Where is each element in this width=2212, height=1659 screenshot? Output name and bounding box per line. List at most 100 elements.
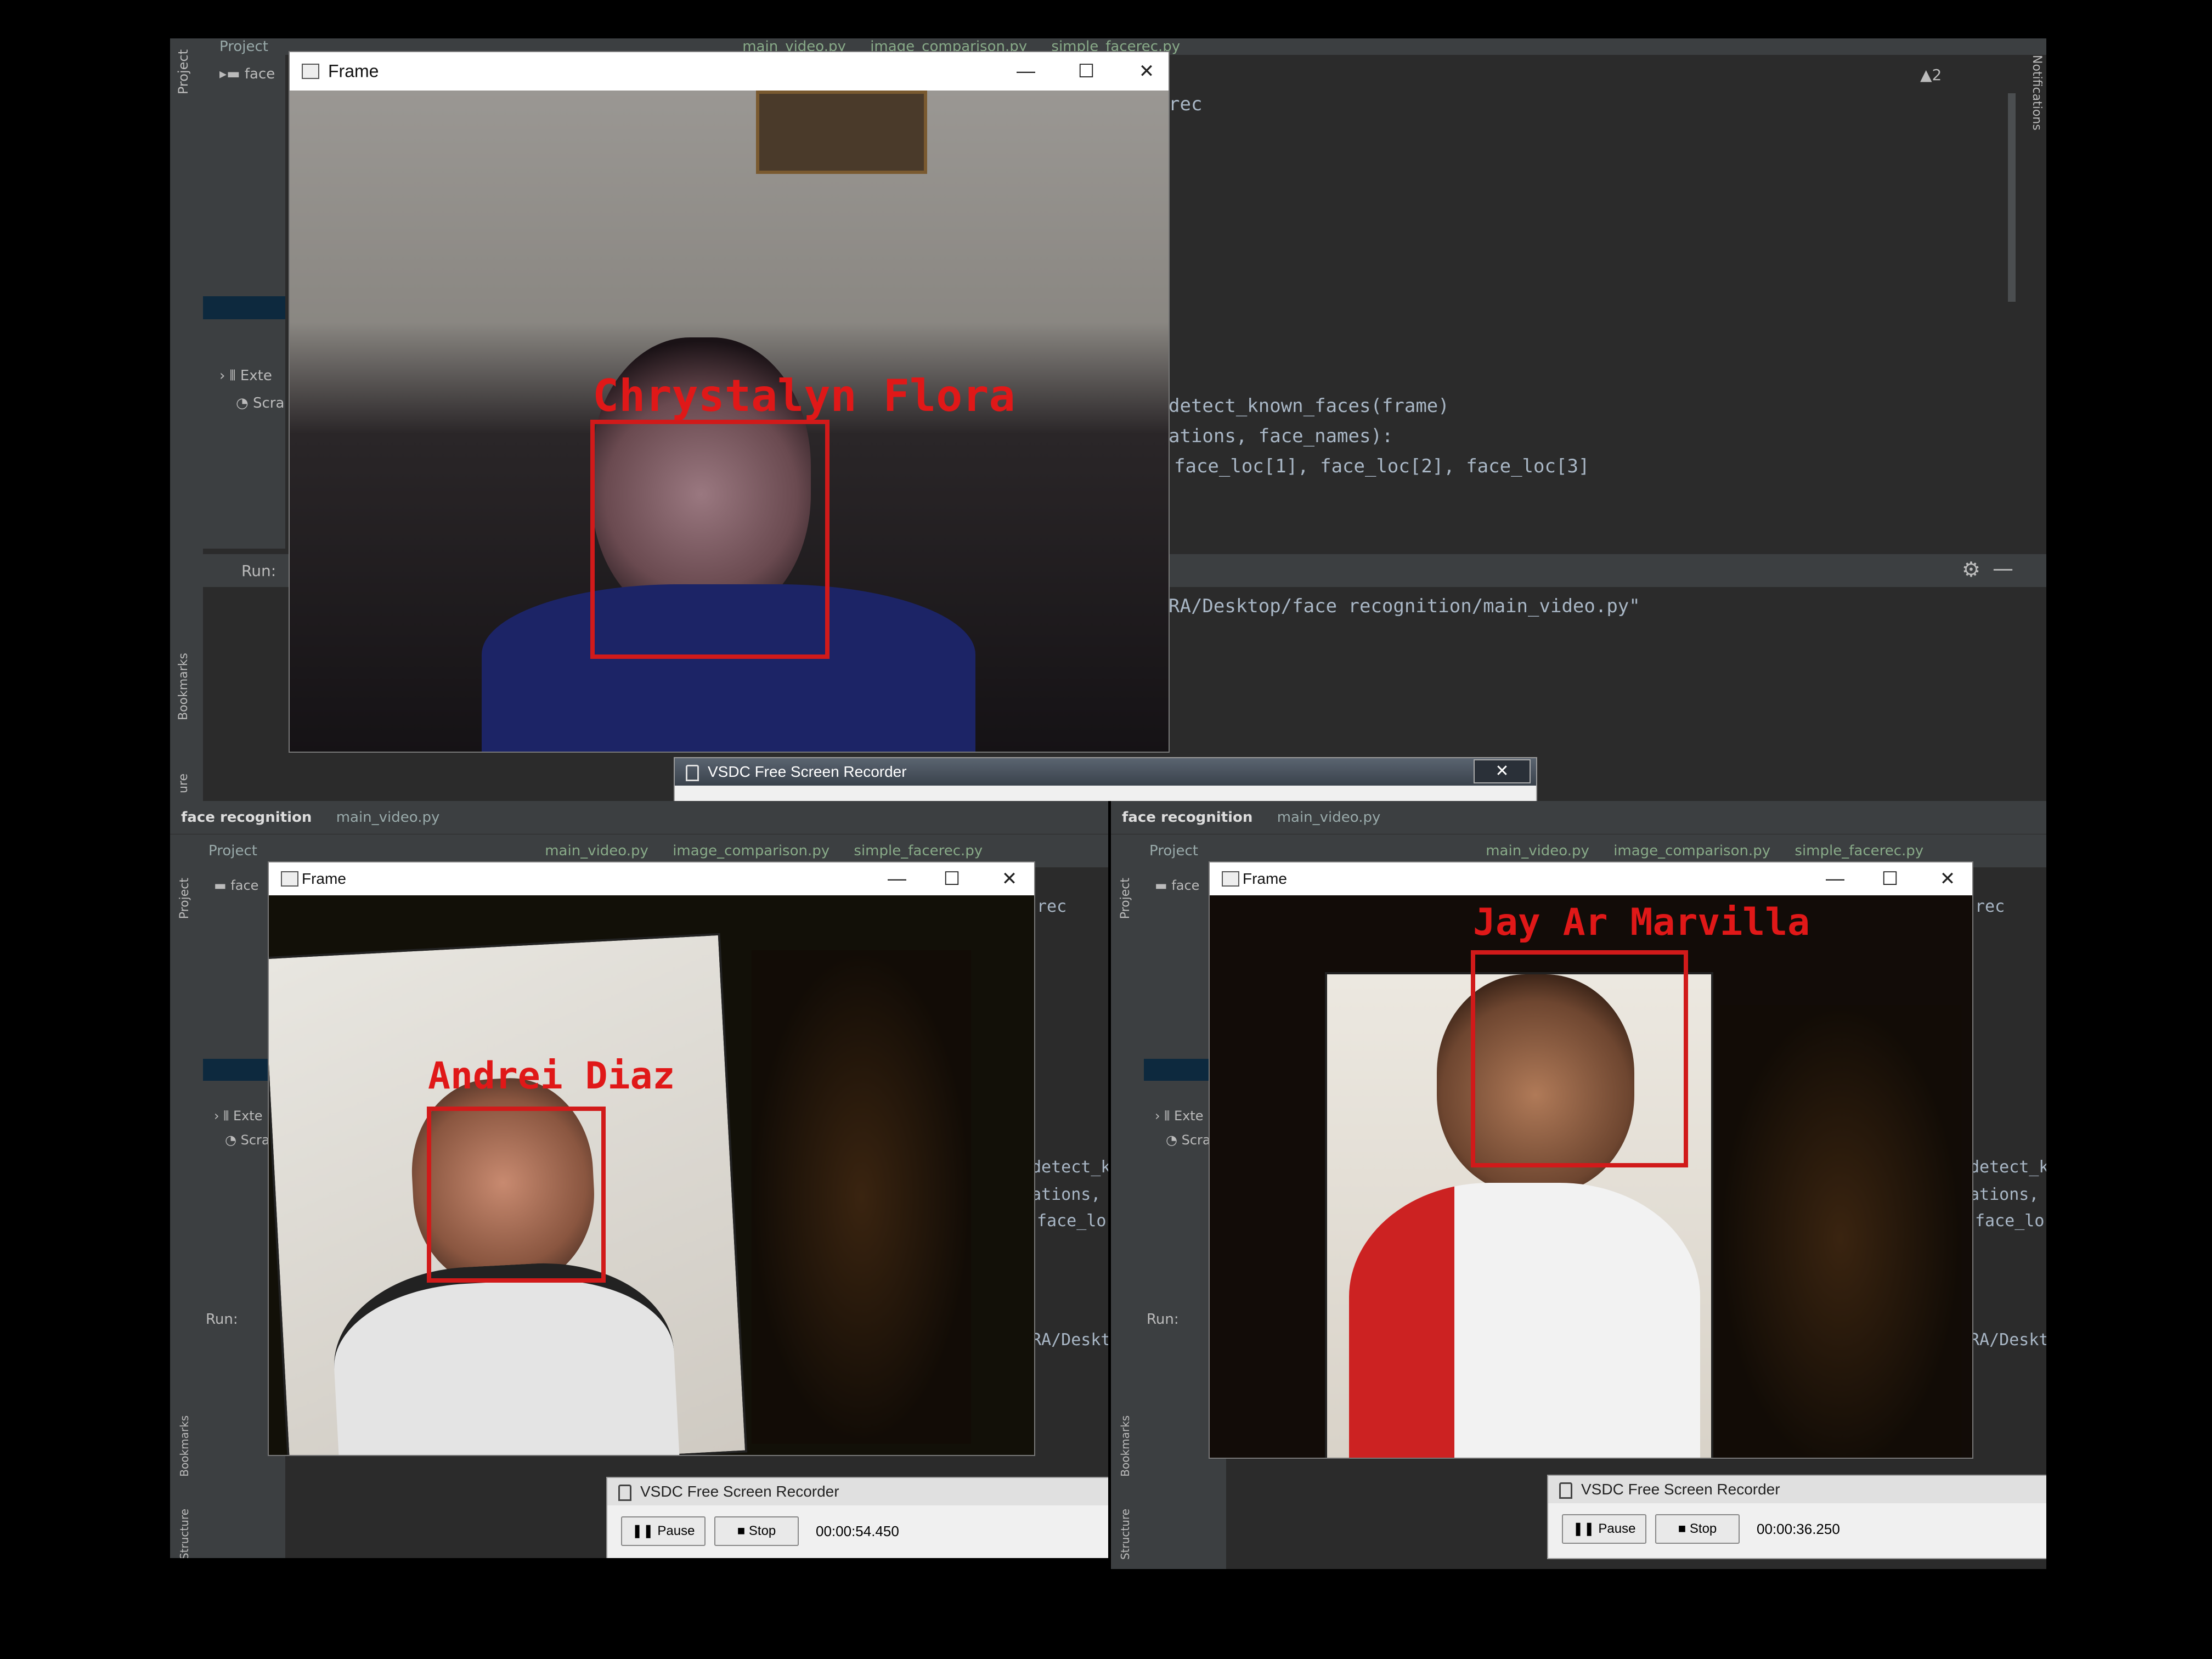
frame-titlebar[interactable]: Frame — ☐ ✕ [269, 862, 1034, 895]
tree-item-folder[interactable]: ▬ face [214, 878, 258, 893]
side-label-structure[interactable]: Structure [178, 1509, 191, 1558]
tree-item-folder[interactable]: ▸▬ face [219, 66, 275, 82]
tab-image-comparison[interactable]: image_comparison.py [1613, 843, 1770, 859]
frame-window[interactable]: Frame — ☐ ✕ Chrystalyn Flora [290, 52, 1169, 752]
tree-item-folder[interactable]: ▬ face [1155, 878, 1199, 893]
scratch-icon: ◔ [236, 395, 253, 411]
bottom-right-screenshot: face recognition main_video.py Project m… [1111, 801, 2046, 1569]
project-dropdown[interactable]: Project [219, 38, 268, 55]
stop-icon: ■ [1678, 1521, 1690, 1536]
camera-feed: Chrystalyn Flora [290, 91, 1169, 752]
side-label-structure[interactable]: ure [177, 774, 190, 793]
frame-titlebar[interactable]: Frame — ☐ ✕ [290, 52, 1169, 91]
top-screenshot: Project main_video.py image_comparison.p… [170, 38, 2046, 801]
hand-shadow [752, 950, 971, 1444]
side-label-project[interactable]: Project [1119, 878, 1132, 919]
bl-left-toolstrip: Project Bookmarks Structure [170, 867, 203, 1558]
minimize-icon[interactable]: — [1819, 868, 1852, 890]
folder-icon: ▸▬ [219, 66, 245, 82]
tree-item-scratches[interactable]: ◔ Scra [236, 395, 284, 411]
side-label-bookmarks[interactable]: Bookmarks [178, 1415, 191, 1477]
tree-item-external[interactable]: › ⫴ Exte [219, 368, 272, 385]
face-name-label: Andrei Diaz [428, 1054, 675, 1098]
tree-item-selected[interactable] [203, 296, 285, 319]
side-label-bookmarks[interactable]: Bookmarks [177, 653, 190, 720]
folder-icon: ▬ [1155, 878, 1172, 893]
minimize-icon[interactable]: — [881, 868, 913, 890]
bottom-left-screenshot: face recognition main_video.py Project m… [170, 801, 1108, 1558]
window-app-icon [1222, 871, 1239, 887]
maximize-icon[interactable]: ☐ [1070, 60, 1103, 82]
recorder-title: VSDC Free Screen Recorder [708, 763, 907, 780]
recorder-titlebar[interactable]: VSDC Free Screen Recorder [1548, 1476, 2046, 1503]
recorder-icon [686, 765, 699, 781]
gear-icon[interactable]: ⚙ [1962, 557, 1980, 582]
pause-button[interactable]: ❚❚ Pause [1562, 1514, 1646, 1544]
pause-button[interactable]: ❚❚ Pause [621, 1516, 706, 1546]
editor-line-3: ations, [1970, 1185, 2039, 1204]
recorder-titlebar[interactable]: VSDC Free Screen Recorder [675, 758, 1536, 786]
breadcrumb-file[interactable]: main_video.py [336, 809, 440, 826]
screen-recorder-window[interactable]: VSDC Free Screen Recorder ❚❚ Pause ■ Sto… [1547, 1475, 2046, 1559]
editor-line-2: detect_k [1031, 1158, 1108, 1177]
scratch-icon: ◔ [225, 1132, 241, 1148]
window-app-icon [281, 871, 298, 887]
face-name-label: Chrystalyn Flora [592, 370, 1015, 421]
side-label-structure[interactable]: Structure [1119, 1509, 1132, 1560]
person-shirt [329, 1256, 681, 1455]
tree-item-external[interactable]: › ⫴ Exte [1155, 1108, 1203, 1124]
project-dropdown[interactable]: Project [208, 843, 257, 859]
tree-item-external[interactable]: › ⫴ Exte [214, 1108, 262, 1124]
editor-scrollbar[interactable] [2008, 93, 2016, 302]
warnings-indicator[interactable]: ▲2 [1920, 66, 1942, 84]
editor-line-2: detect_known_faces(frame) [1169, 395, 1449, 417]
tab-main-video[interactable]: main_video.py [1486, 843, 1589, 859]
tree-item-scratches[interactable]: ◔ Scra [1166, 1132, 1211, 1148]
tab-simple-facerec[interactable]: simple_facerec.py [854, 843, 983, 859]
bl-breadcrumb-bar: face recognition main_video.py [170, 801, 1108, 834]
breadcrumb-project[interactable]: face recognition [1122, 809, 1252, 826]
frame-window[interactable]: Frame — ☐ ✕ Jay Ar Marvilla [1210, 862, 1972, 1458]
tab-image-comparison[interactable]: image_comparison.py [673, 843, 830, 859]
side-label-project[interactable]: Project [178, 878, 191, 919]
screen-recorder-window[interactable]: VSDC Free Screen Recorder ✕ [674, 757, 1537, 801]
frame-title: Frame [1243, 870, 1287, 887]
maximize-icon[interactable]: ☐ [935, 868, 968, 890]
close-icon[interactable]: ✕ [993, 868, 1026, 890]
recorder-titlebar[interactable]: VSDC Free Screen Recorder [607, 1478, 1108, 1505]
breadcrumb-file[interactable]: main_video.py [1277, 809, 1381, 826]
project-dropdown[interactable]: Project [1149, 843, 1198, 859]
frame-titlebar[interactable]: Frame — ☐ ✕ [1210, 862, 1972, 895]
maximize-icon[interactable]: ☐ [1874, 868, 1906, 890]
stop-icon: ■ [737, 1523, 749, 1538]
side-label-bookmarks[interactable]: Bookmarks [1119, 1415, 1132, 1477]
frame-title: Frame [302, 870, 346, 887]
tree-item-scratches[interactable]: ◔ Scra [225, 1132, 270, 1148]
camera-feed: Andrei Diaz [269, 895, 1034, 1455]
editor-line-1: rec [1037, 897, 1067, 916]
frame-window[interactable]: Frame — ☐ ✕ Andrei Diaz [269, 862, 1034, 1455]
side-label-project[interactable]: Project [176, 49, 191, 94]
tab-simple-facerec[interactable]: simple_facerec.py [1795, 843, 1923, 859]
screen-recorder-window[interactable]: VSDC Free Screen Recorder ❚❚ Pause ■ Sto… [606, 1477, 1108, 1558]
editor-line-3: ations, [1031, 1185, 1101, 1204]
minimize-icon[interactable]: — [1009, 61, 1042, 82]
close-icon[interactable]: ✕ [1931, 868, 1964, 890]
recorder-close-icon[interactable]: ✕ [1474, 759, 1531, 783]
face-name-label: Jay Ar Marvilla [1473, 901, 1810, 944]
side-label-notifications[interactable]: Notifications [2030, 55, 2044, 131]
editor-line-3: ations, face_names): [1169, 425, 1393, 447]
editor-line-4: face_loc[1], face_loc[2], face_loc[3] [1174, 455, 1590, 477]
hide-panel-icon[interactable]: — [1993, 556, 2013, 580]
top-project-pane: ▸▬ face › ⫴ Exte ◔ Scra [203, 55, 285, 549]
stop-button[interactable]: ■ Stop [714, 1516, 799, 1546]
stop-button[interactable]: ■ Stop [1655, 1514, 1740, 1544]
breadcrumb-project[interactable]: face recognition [181, 809, 312, 826]
br-left-toolstrip: Project Bookmarks Structure [1111, 867, 1144, 1569]
pause-icon: ❚❚ [631, 1523, 658, 1538]
close-icon[interactable]: ✕ [1130, 60, 1163, 82]
library-icon: › ⫴ [214, 1108, 233, 1124]
top-left-toolstrip: Project Bookmarks ure [170, 38, 203, 801]
tab-main-video[interactable]: main_video.py [545, 843, 648, 859]
window-app-icon [302, 64, 319, 79]
